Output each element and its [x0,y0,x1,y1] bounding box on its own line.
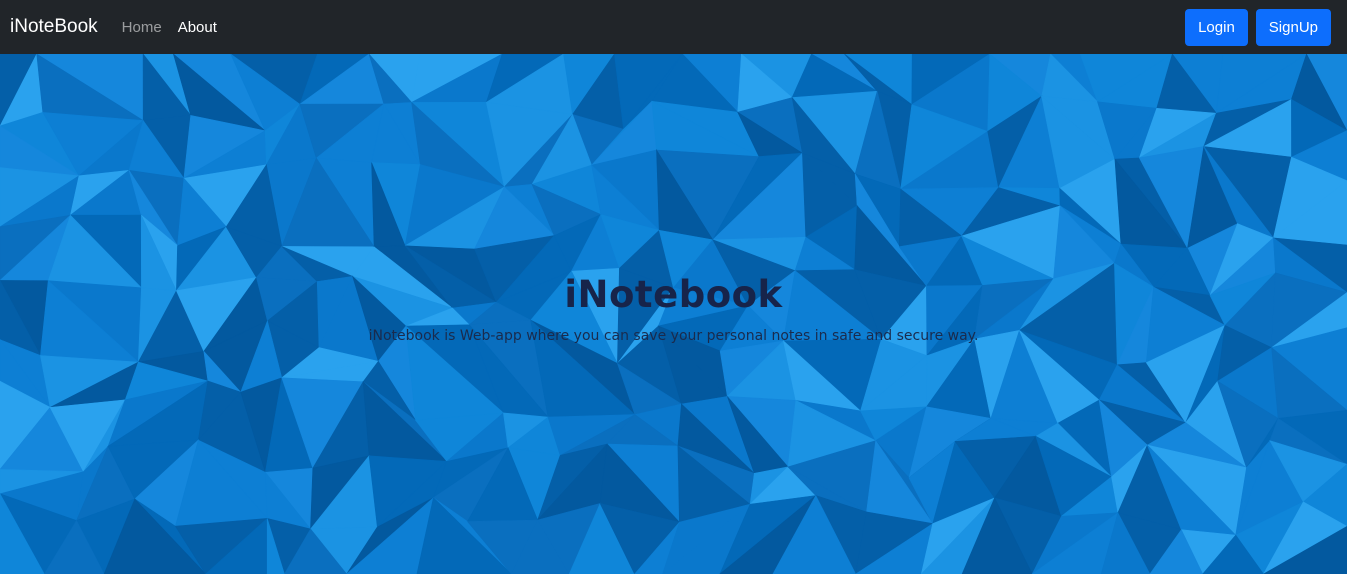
hero-section: iNotebook iNotebook is Web-app where you… [0,54,1347,574]
nav-link-home[interactable]: Home [122,19,162,36]
hero-description: iNotebook is Web-app where you can save … [368,328,979,344]
navbar: iNoteBook Home About Login SignUp [0,0,1347,54]
brand-logo[interactable]: iNoteBook [10,16,98,38]
hero-title: iNotebook [564,273,783,316]
hero-content: iNotebook iNotebook is Web-app where you… [0,270,1347,344]
nav-link-about[interactable]: About [178,19,217,36]
login-button[interactable]: Login [1185,8,1248,46]
signup-button[interactable]: SignUp [1255,8,1331,46]
